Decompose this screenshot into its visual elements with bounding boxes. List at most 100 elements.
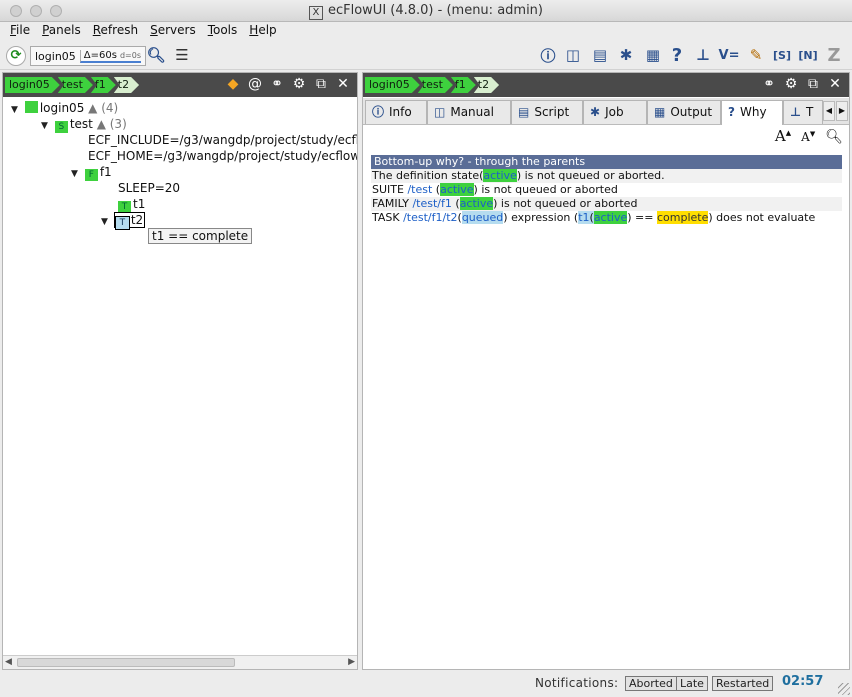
suite-count-value: (3) [109,117,127,131]
tab-job[interactable]: ✱ Job [583,100,647,124]
variables-icon[interactable]: V= [719,45,740,65]
tab-manual[interactable]: ◫ Manual [427,100,511,124]
resize-grip-icon[interactable] [838,683,850,695]
manual-icon[interactable]: ◫ [563,45,583,65]
breadcrumb-family[interactable]: f1 [91,77,116,93]
tab-scroll-right-icon[interactable]: ▶ [836,101,848,121]
why-line-definition: The definition state(active) is not queu… [371,169,842,183]
scroll-left-icon[interactable]: ◀ [5,657,12,667]
why-icon: ? [728,105,735,119]
node-link[interactable]: /test [407,183,432,196]
output-icon: ▦ [654,105,666,119]
refresh-interval: Δ=60s d=0s [79,49,141,63]
tree-row-server[interactable]: ▼ login05 ▲ (4) [11,100,118,116]
gear-icon[interactable]: ⚙ [783,76,799,92]
detach-icon[interactable]: ⧉ [805,76,821,92]
text: ) does not evaluate [708,211,816,224]
close-icon[interactable]: ✕ [335,76,351,92]
task-node-name: t2 [130,213,144,227]
text: ) == [627,211,657,224]
menu-help[interactable]: Help [243,22,282,40]
title-bar: XecFlowUI (4.8.0) - (menu: admin) [0,0,852,22]
notification-restarted-button[interactable]: Restarted [712,676,774,691]
gear-icon[interactable]: ⚙ [291,76,307,92]
filter-icon[interactable]: ◆ [225,76,241,92]
tab-output[interactable]: ▦ Output [647,100,721,124]
zombie-z-icon[interactable]: Z [824,45,844,66]
tree-row-task[interactable]: Tt1 [118,196,145,213]
detach-icon[interactable]: ⧉ [313,76,329,92]
selected-node[interactable]: Tt2 [113,212,146,230]
x11-icon: X [308,6,323,20]
menu-panels[interactable]: Panels [36,22,87,40]
link-icon[interactable]: ⚭ [269,76,285,92]
tree-horizontal-scrollbar[interactable]: ◀ ▶ [3,655,357,669]
menu-tools[interactable]: Tools [202,22,244,40]
menu-refresh[interactable]: Refresh [87,22,144,40]
why-header: Bottom-up why? - through the parents [371,155,842,169]
close-icon[interactable]: ✕ [827,76,843,92]
menu-servers[interactable]: Servers [144,22,202,40]
expand-triangle-icon[interactable]: ▼ [41,118,51,134]
tree-row-task-selected[interactable]: ▼ Tt2 [101,212,146,230]
server-state-icon [24,101,38,113]
suite-node-name: test [69,117,93,131]
edit-icon[interactable]: ✎ [746,45,766,65]
expand-triangle-icon[interactable]: ▼ [101,214,111,230]
breadcrumb-suite[interactable]: test [418,77,453,93]
output-icon[interactable]: ▦ [643,45,663,65]
database-icon[interactable]: ☰ [172,45,192,65]
info-tab-bar: ⓘ Info ◫ Manual ▤ Script ✱ Job ▦ Output ? Why … [363,98,849,125]
trigger-icon[interactable]: ⊥ [693,45,713,65]
node-link[interactable]: /test/f1 [412,197,451,210]
trigger-expression[interactable]: t1 == complete [148,228,253,244]
text: The definition state( [372,169,484,182]
job-icon[interactable]: ✱ [616,45,636,65]
expand-triangle-icon[interactable]: ▼ [11,102,21,118]
text: ) expression ( [503,211,579,224]
tree-row-variable[interactable]: ECF_INCLUDE=/g3/wangdp/project/study/ecf… [88,132,357,148]
info-icon: ⓘ [372,105,385,119]
font-decrease-icon[interactable]: A▼ [801,130,815,144]
expand-triangle-icon[interactable]: ▼ [71,166,81,182]
zombie-s-icon[interactable]: [S] [772,45,792,65]
why-line-suite: SUITE /test (active) is not queued or ab… [371,183,842,197]
notification-aborted-button[interactable]: Aborted [625,676,677,691]
breadcrumb-server[interactable]: login05 [365,77,420,93]
breadcrumb-family[interactable]: f1 [451,77,476,93]
tab-triggers[interactable]: ⊥ T [783,100,823,124]
family-badge: F [84,169,98,181]
why-line-task: TASK /test/f1/t2(queued) expression (t1(… [371,211,842,225]
tab-script[interactable]: ▤ Script [511,100,583,124]
search-icon[interactable]: 🔍︎ [146,45,166,65]
tree-row-variable[interactable]: ECF_HOME=/g3/wangdp/project/study/ecflow… [88,148,357,164]
server-refresh-box[interactable]: login05 Δ=60s d=0s [30,46,146,66]
scrollbar-thumb[interactable] [17,658,235,667]
tab-scroll-left-icon[interactable]: ◀ [823,101,835,121]
scroll-right-icon[interactable]: ▶ [348,657,355,667]
info-icon[interactable]: ⓘ [538,45,558,65]
tab-info[interactable]: ⓘ Info [365,100,427,124]
search-icon[interactable]: 🔍︎ [825,129,843,145]
font-increase-icon[interactable]: A▲ [775,127,791,145]
tree-panel: login05 test f1 t2 ◆ @ ⚭ ⚙ ⧉ ✕ ▼ login05… [2,72,358,670]
node-link[interactable]: /test/f1/t2 [403,211,457,224]
menu-file[interactable]: File [4,22,36,40]
breadcrumb-task[interactable]: t2 [114,77,139,93]
notification-late-button[interactable]: Late [676,676,708,691]
tab-why[interactable]: ? Why [721,100,783,125]
zombie-n-icon[interactable]: [N] [798,45,818,65]
node-link[interactable]: t1 [578,211,590,224]
tree-row-variable[interactable]: SLEEP=20 [118,180,180,196]
script-icon[interactable]: ▤ [590,45,610,65]
tree-row-family[interactable]: ▼ Ff1 [71,164,112,182]
breadcrumb-task[interactable]: t2 [474,77,499,93]
tree-row-suite[interactable]: ▼ Stest ▲ (3) [41,116,127,134]
breadcrumb-suite[interactable]: test [58,77,93,93]
why-icon[interactable]: ? [667,45,687,66]
at-icon[interactable]: @ [247,76,263,92]
info-panel: login05 test f1 t2 ⚭ ⚙ ⧉ ✕ ⓘ Info ◫ Manual… [362,72,850,670]
refresh-icon[interactable]: ⟳ [6,46,26,66]
breadcrumb-server[interactable]: login05 [5,77,60,93]
link-icon[interactable]: ⚭ [761,76,777,92]
